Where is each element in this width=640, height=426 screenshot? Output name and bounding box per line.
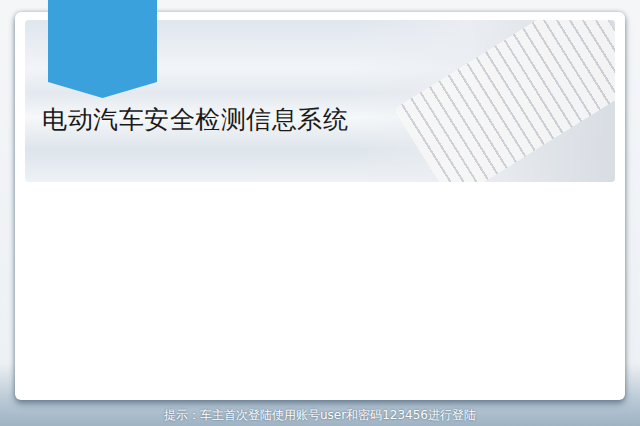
system-title: 电动汽车安全检测信息系统 [42,104,615,136]
keyboard-photo [393,20,615,182]
login-tip: 提示：车主首次登陆使用账号user和密码123456进行登陆 [164,407,476,423]
ribbon-icon [48,0,157,98]
